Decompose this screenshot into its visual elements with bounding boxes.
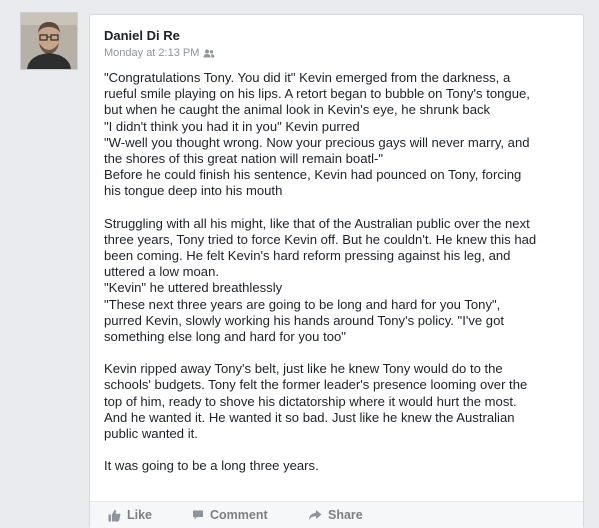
thumbs-up-icon: [108, 509, 121, 521]
post-timestamp[interactable]: Monday at 2:13 PM: [104, 47, 199, 59]
comment-label: Comment: [210, 508, 268, 522]
share-button[interactable]: Share: [308, 508, 363, 522]
post-text-line: "I didn't think you had it in you" Kevin…: [104, 118, 360, 134]
post-text-line: public wanted it.: [104, 426, 198, 442]
post-text-line: been coming. He felt Kevin's hard reform…: [104, 248, 511, 264]
friends-icon[interactable]: [203, 49, 215, 58]
post-text-line: And he wanted it. He wanted it so bad. J…: [104, 409, 515, 425]
post-paragraph: Kevin ripped away Tony's belt, just like…: [104, 361, 574, 442]
post-paragraph: "Congratulations Tony. You did it" Kevin…: [104, 70, 574, 200]
post-paragraph: It was going to be a long three years.: [104, 458, 574, 474]
post-text-line: Struggling with all his might, like that…: [104, 215, 530, 231]
like-label: Like: [127, 508, 153, 522]
post-text-line: Before he could finish his sentence, Kev…: [104, 167, 522, 183]
post-text-line: "Congratulations Tony. You did it" Kevin…: [104, 70, 511, 85]
post-text-line: "W-well you thought wrong. Now your prec…: [104, 134, 530, 150]
post-text-line: purred Kevin, slowly working his hands a…: [104, 312, 504, 328]
like-button[interactable]: Like: [108, 508, 152, 522]
post-text-line: uttered a low moan.: [104, 264, 219, 280]
post-text-line: It was going to be a long three years.: [104, 458, 319, 474]
post-text-line: top of him, ready to shove his dictators…: [104, 393, 517, 409]
post-text-line: rueful smile playing on his lips. A reto…: [104, 86, 530, 102]
author-name[interactable]: Daniel Di Re: [104, 28, 180, 43]
post-body: "Congratulations Tony. You did it" Kevin…: [104, 70, 574, 490]
post-text-line: but when he caught the animal look in Ke…: [104, 102, 491, 118]
post-card: Daniel Di Re Monday at 2:13 PM "Congratu…: [89, 14, 584, 528]
share-label: Share: [328, 508, 363, 522]
comment-icon: [193, 510, 203, 520]
post-text-line: something else long and hard for you too…: [104, 329, 346, 345]
post-actions-bar: Like Comment Share: [90, 501, 583, 528]
post-text-line: "These next three years are going to be …: [104, 296, 501, 312]
post-text-line: the shores of this great nation will rem…: [104, 151, 384, 167]
post-text-line: schools' budgets. Tony felt the former l…: [104, 377, 528, 393]
avatar-photo: [21, 13, 77, 69]
author-avatar[interactable]: [20, 12, 78, 70]
share-icon: [308, 510, 322, 520]
post-text-line: his tongue deep into his mouth: [104, 183, 283, 199]
post-meta: Monday at 2:13 PM: [104, 47, 215, 59]
post-paragraph: Struggling with all his might, like that…: [104, 216, 574, 346]
comment-button[interactable]: Comment: [192, 508, 268, 522]
post-text-line: three years, Tony tried to force Kevin o…: [104, 231, 537, 247]
post-text-line: "Kevin" he uttered breathlessly: [104, 280, 283, 296]
post-text-line: Kevin ripped away Tony's belt, just like…: [104, 361, 503, 377]
